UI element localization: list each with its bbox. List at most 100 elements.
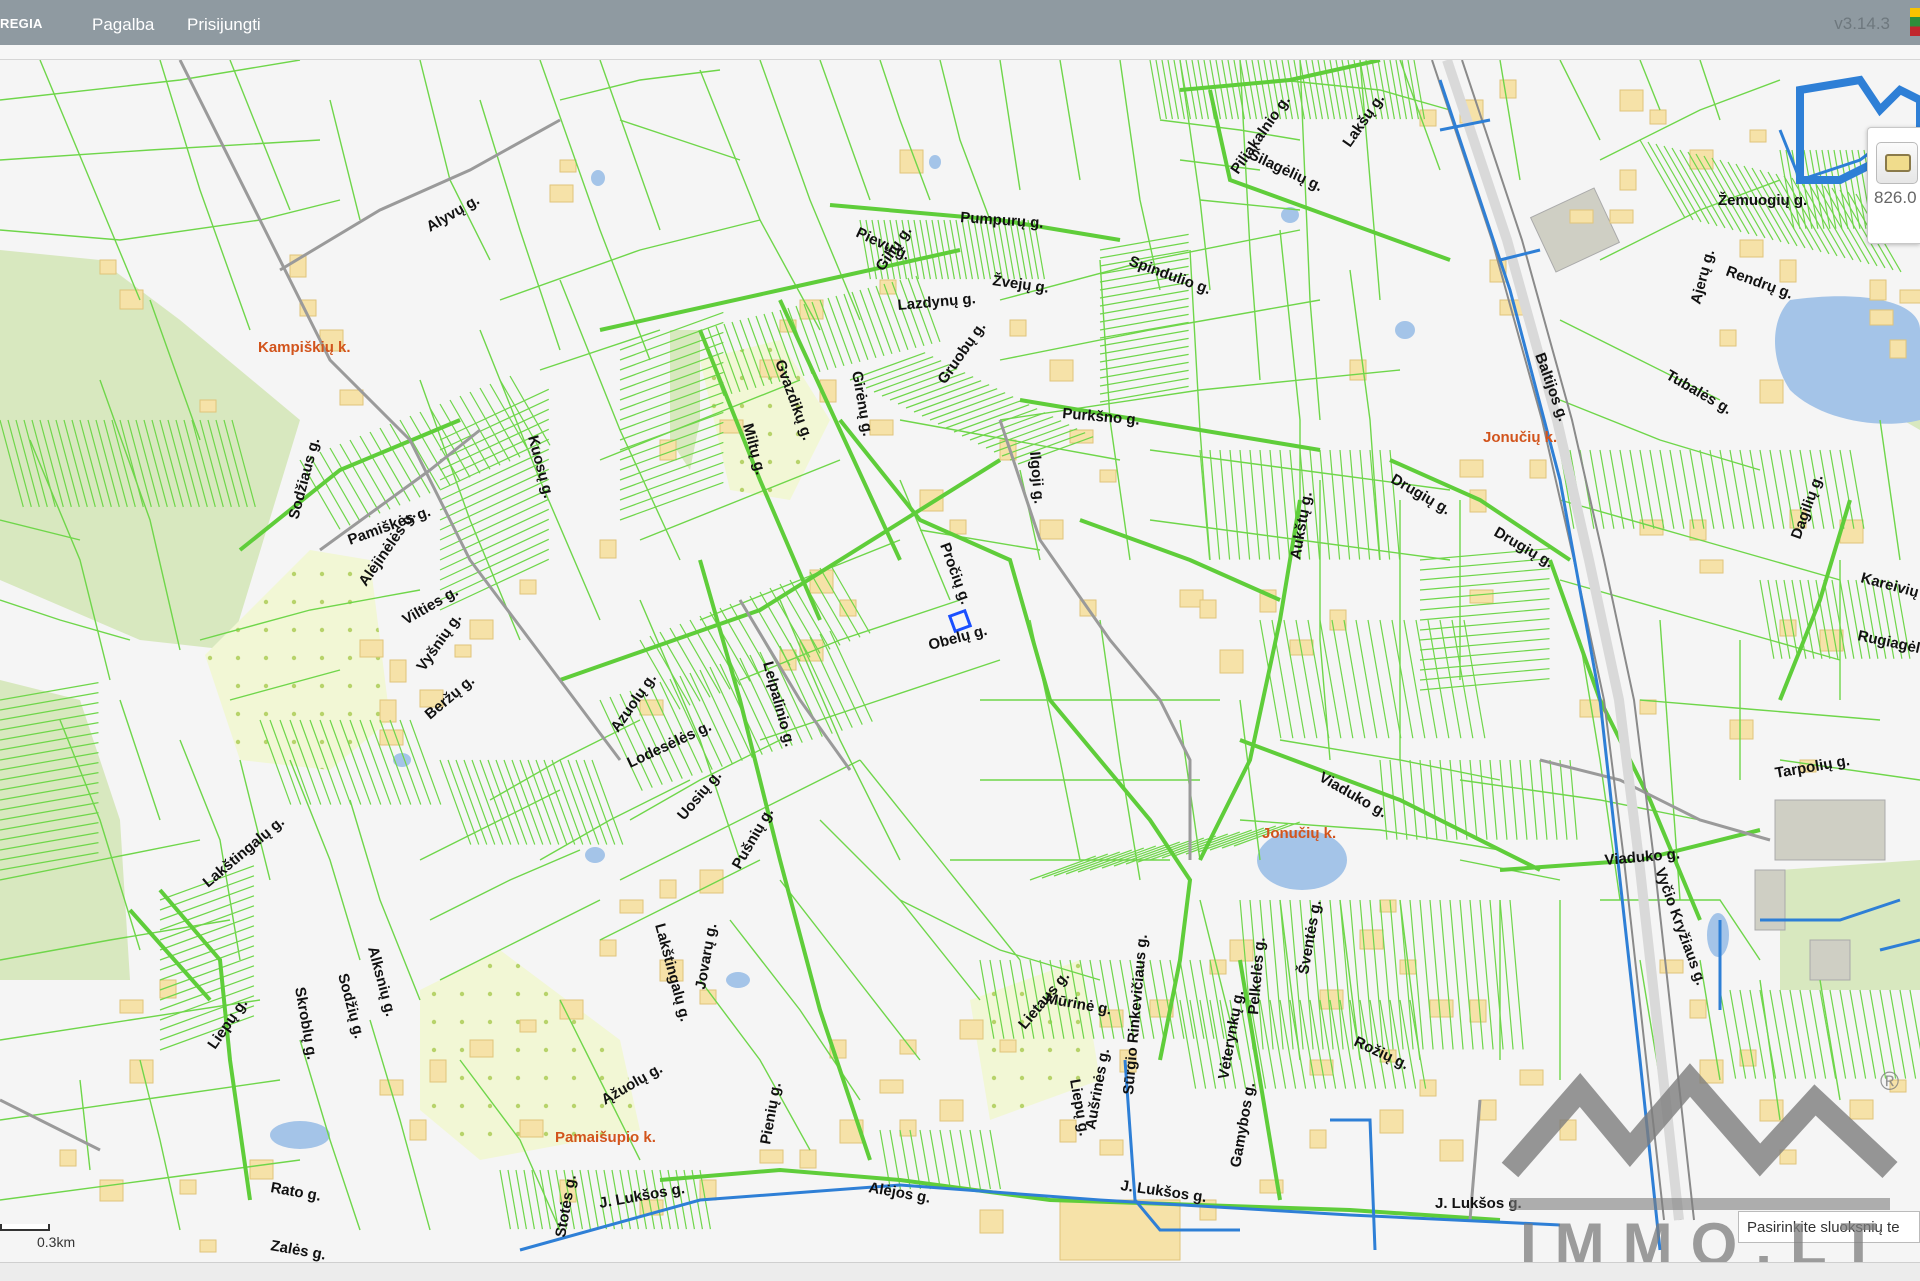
street-label: Jovarų g. (692, 922, 720, 991)
parcel-line (1459, 759, 1468, 840)
layer-select-hint[interactable]: Pasirinkite sluoksnių te (1738, 1211, 1920, 1243)
parcel-line (1399, 899, 1414, 1050)
parcel-line (559, 759, 592, 845)
house-block (99, 1179, 124, 1202)
parcel-line (1065, 849, 1132, 875)
parcel-line (1379, 449, 1391, 560)
parcel-line (575, 759, 608, 845)
parcel-line (1479, 759, 1488, 840)
street-label: Rato g. (269, 1179, 322, 1205)
house-block (469, 619, 494, 640)
map-canvas[interactable]: Kampiškių k. Jonučių k. Jonučių k. Pamaišup… (0, 60, 1920, 1262)
house-block (1719, 329, 1737, 347)
parcel-line (1855, 579, 1871, 659)
help-link[interactable]: Pagalba (92, 15, 154, 35)
house-block (339, 389, 364, 406)
parcel-line (959, 1129, 972, 1190)
parcel-line (929, 392, 1006, 421)
parcel-line (507, 1169, 520, 1230)
parcel-line (1389, 449, 1401, 560)
parcel-line (1419, 638, 1550, 651)
street-label: Žemuogių g. (1718, 191, 1807, 209)
house-block (1419, 1079, 1437, 1097)
parcel-line (1389, 60, 1402, 120)
parcel-line (1099, 233, 1189, 251)
street-label: Viaduko g. (1316, 769, 1390, 822)
lithuania-flag-icon (1910, 8, 1920, 36)
pond (585, 847, 605, 863)
login-link[interactable]: Prisijungti (187, 15, 261, 35)
street-label: Sūrgio Rinkevičiaus g. (1120, 934, 1151, 1096)
parcel-line (1089, 845, 1156, 871)
house-block (1099, 469, 1117, 483)
house-block (559, 999, 584, 1020)
parcel-line (1647, 141, 1694, 221)
house-block (389, 659, 407, 683)
house-block (1619, 89, 1644, 112)
layer-switch-icon (1885, 154, 1911, 172)
cadastral-map[interactable]: Kampiškių k. Jonučių k. Jonučių k. Pamaišup… (0, 60, 1920, 1262)
parcel-line (1379, 899, 1394, 1050)
parcel-line (1847, 579, 1863, 659)
parcel-line (1389, 899, 1404, 1050)
house-block (119, 999, 144, 1014)
house-block (1199, 599, 1217, 619)
house-block (1609, 209, 1634, 224)
parcel-line (1807, 579, 1823, 659)
house-block (1759, 379, 1784, 404)
road-alyvu (279, 118, 561, 272)
parcel-line (1489, 759, 1498, 840)
parcel-line (1799, 989, 1817, 1079)
parcel-line (1233, 60, 1246, 120)
house-block (429, 1059, 447, 1083)
parcel-line (1539, 759, 1548, 840)
pond (591, 170, 605, 186)
parcel-line (503, 759, 536, 845)
parcel-line (487, 759, 520, 845)
parcel-line (1041, 853, 1108, 879)
map-scale-value: 826.0 (1874, 188, 1917, 207)
parcel-line (1859, 989, 1877, 1079)
layer-switch-button[interactable] (1876, 142, 1918, 184)
parcel-line (469, 391, 511, 462)
street-label: Pumpurų g. (960, 209, 1044, 232)
parcel-line (1569, 759, 1578, 840)
parcel-line (1379, 759, 1388, 840)
street-label: Ajerų g. (1687, 248, 1718, 306)
house-block (959, 1019, 984, 1040)
house-block (1099, 1139, 1124, 1156)
street-label: J. Lukšos g. (1435, 1195, 1522, 1212)
parcel-line (985, 420, 1062, 449)
parcel-line (1395, 60, 1408, 120)
parcel-line (1099, 377, 1189, 395)
version-label: v3.14.3 (1834, 14, 1890, 33)
house-block (559, 159, 577, 173)
house-block (799, 299, 824, 320)
parcel-line (1449, 899, 1464, 1050)
parcel-line (1307, 619, 1330, 739)
parcel-line (1407, 60, 1420, 120)
industrial-building (1809, 939, 1851, 981)
street-label: Lazdynų g. (897, 290, 977, 314)
parcel-line (1839, 989, 1857, 1079)
house-block (999, 1039, 1017, 1053)
app-brand[interactable]: REGIA (0, 16, 43, 31)
house-block (1699, 559, 1724, 574)
parcel-line (1509, 899, 1524, 1050)
parcel-line (1767, 579, 1783, 659)
pond (270, 1121, 330, 1149)
parcel-line (159, 945, 255, 981)
street-label: Skroblų g. (291, 986, 320, 1061)
parcel-line (1469, 759, 1478, 840)
parcel-line (523, 1169, 536, 1230)
street-label: Žvejų g. (991, 271, 1050, 297)
parcel-line (919, 1129, 932, 1190)
house-block (359, 639, 384, 658)
house-block (1439, 1139, 1464, 1162)
parcel-line (1369, 899, 1384, 1050)
parcel-line (1295, 619, 1318, 739)
street-label: Pročių g. (936, 541, 974, 607)
toolbar-separator (0, 45, 1920, 60)
meadow-area (0, 250, 300, 650)
parcel-line (439, 498, 550, 551)
